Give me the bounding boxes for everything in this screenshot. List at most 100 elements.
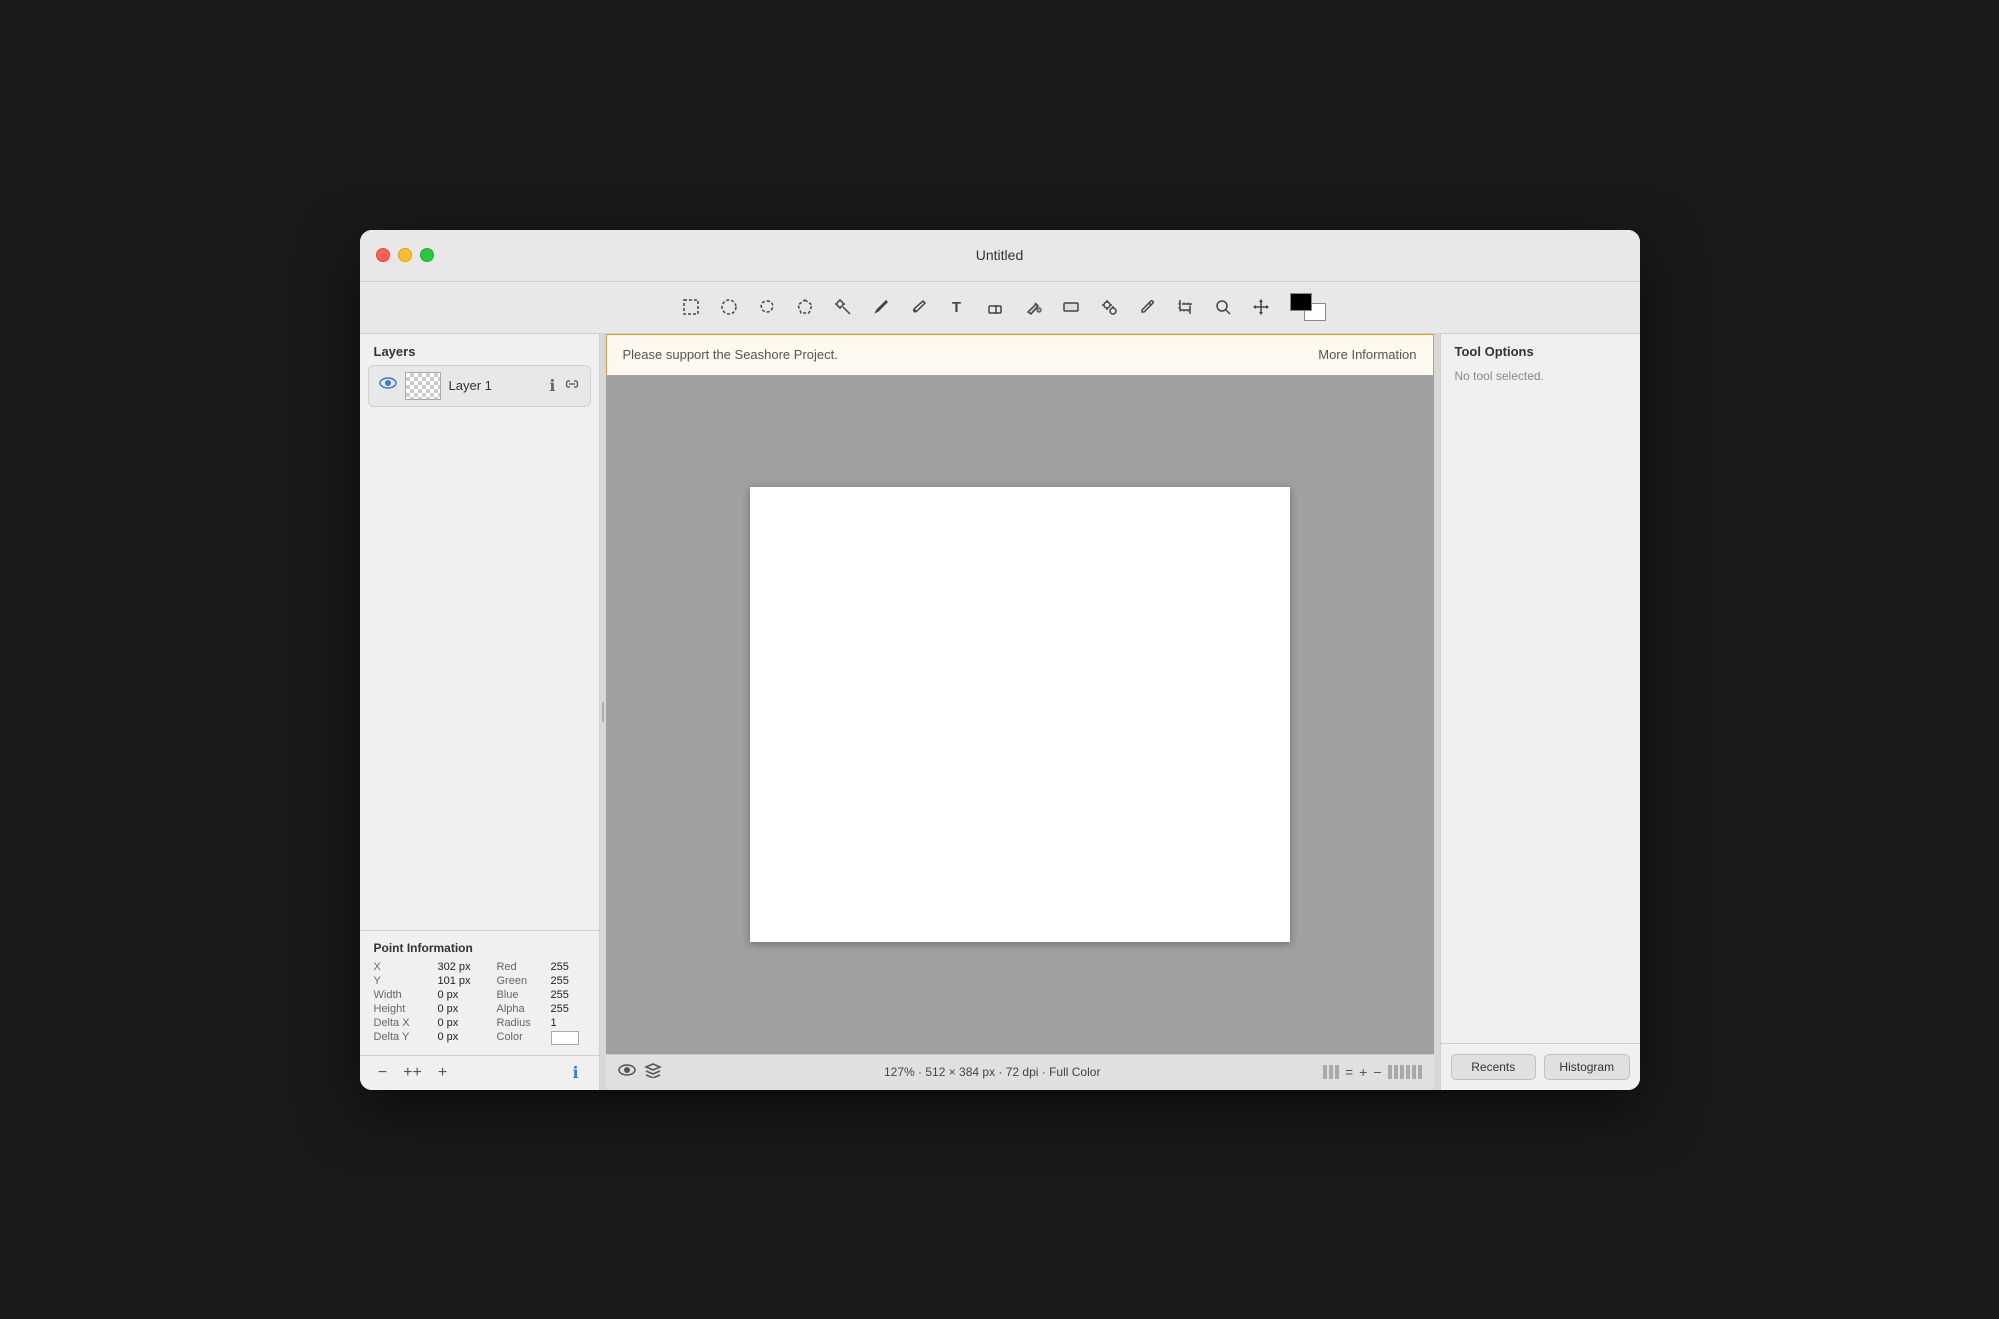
canvas-scroll-area[interactable]: [606, 376, 1434, 1054]
progress-seg-2: [1329, 1065, 1333, 1079]
clone-tool[interactable]: [1092, 290, 1126, 324]
notification-text: Please support the Seashore Project.: [623, 347, 1319, 362]
text-tool-icon: T: [952, 299, 961, 316]
pi-deltay-label: Delta Y: [374, 1031, 434, 1045]
color-swatches[interactable]: [1290, 293, 1326, 321]
progress-bar-area-2: [1388, 1065, 1422, 1079]
pi-deltay-value: 0 px: [438, 1031, 493, 1045]
layer-info-icon[interactable]: ℹ: [549, 376, 555, 396]
pi-alpha-value: 255: [551, 1003, 596, 1015]
layer-item[interactable]: Layer 1 ℹ: [368, 365, 591, 407]
canvas-layers-button[interactable]: [644, 1062, 662, 1083]
layer-name-label: Layer 1: [449, 378, 542, 393]
eraser-tool[interactable]: [978, 290, 1012, 324]
ellipse-select-tool[interactable]: [712, 290, 746, 324]
status-info-text: 127% · 512 × 384 px · 72 dpi · Full Colo…: [670, 1065, 1315, 1079]
pi-deltax-value: 0 px: [438, 1017, 493, 1029]
layers-bottom-bar: − ++ + ℹ: [360, 1055, 599, 1090]
pi-radius-label: Radius: [497, 1017, 547, 1029]
brush-tool[interactable]: [902, 290, 936, 324]
progress-seg-5: [1394, 1065, 1398, 1079]
pi-blue-value: 255: [551, 989, 596, 1001]
layers-spacer: [360, 407, 599, 930]
pi-width-value: 0 px: [438, 989, 493, 1001]
pi-height-label: Height: [374, 1003, 434, 1015]
layer-thumbnail: [405, 372, 441, 400]
status-equals-button[interactable]: =: [1345, 1064, 1353, 1080]
tool-options-header: Tool Options: [1441, 334, 1640, 365]
pi-green-label: Green: [497, 975, 547, 987]
status-bar: 127% · 512 × 384 px · 72 dpi · Full Colo…: [606, 1054, 1434, 1090]
main-layout: Layers Layer 1 ℹ: [360, 334, 1640, 1090]
maximize-button[interactable]: [420, 248, 434, 262]
point-info-title: Point Information: [374, 941, 585, 955]
status-controls: = + −: [1323, 1064, 1422, 1080]
close-button[interactable]: [376, 248, 390, 262]
pi-y-value: 101 px: [438, 975, 493, 987]
polygon-select-tool[interactable]: [788, 290, 822, 324]
status-plus-button[interactable]: +: [1359, 1064, 1367, 1080]
pi-green-value: 255: [551, 975, 596, 987]
right-panel-spacer: [1441, 387, 1640, 1043]
color-preview-swatch: [551, 1031, 579, 1045]
no-tool-text: No tool selected.: [1441, 365, 1640, 387]
pi-alpha-label: Alpha: [497, 1003, 547, 1015]
layer-visibility-icon[interactable]: [379, 376, 397, 395]
progress-seg-8: [1412, 1065, 1416, 1079]
point-information: Point Information X 302 px Red 255 Y 101…: [360, 930, 599, 1055]
pi-radius-value: 1: [551, 1017, 596, 1029]
rect-select-tool[interactable]: [674, 290, 708, 324]
progress-seg-3: [1335, 1065, 1339, 1079]
pi-height-value: 0 px: [438, 1003, 493, 1015]
pi-y-label: Y: [374, 975, 434, 987]
progress-seg-4: [1388, 1065, 1392, 1079]
pi-width-label: Width: [374, 989, 434, 1001]
duplicate-layer-button[interactable]: ++: [402, 1062, 424, 1084]
pi-deltax-label: Delta X: [374, 1017, 434, 1029]
progress-seg-1: [1323, 1065, 1327, 1079]
zoom-tool[interactable]: [1206, 290, 1240, 324]
progress-bar-area: [1323, 1065, 1339, 1079]
fill-tool[interactable]: [1016, 290, 1050, 324]
pi-red-value: 255: [551, 961, 596, 973]
progress-seg-7: [1406, 1065, 1410, 1079]
recents-tab-button[interactable]: Recents: [1451, 1054, 1537, 1080]
layers-header: Layers: [360, 334, 599, 365]
text-tool[interactable]: T: [940, 290, 974, 324]
add-layer-button[interactable]: +: [432, 1062, 454, 1084]
lasso-select-tool[interactable]: [750, 290, 784, 324]
left-panel: Layers Layer 1 ℹ: [360, 334, 600, 1090]
move-tool[interactable]: [1244, 290, 1278, 324]
titlebar: Untitled: [360, 230, 1640, 282]
pi-x-label: X: [374, 961, 434, 973]
crop-tool[interactable]: [1168, 290, 1202, 324]
canvas-padding: [606, 376, 1434, 1054]
eyedropper-tool[interactable]: [1130, 290, 1164, 324]
pi-blue-label: Blue: [497, 989, 547, 1001]
canvas-visibility-button[interactable]: [618, 1063, 636, 1082]
more-information-link[interactable]: More Information: [1318, 347, 1416, 362]
pi-x-value: 302 px: [438, 961, 493, 973]
point-info-grid: X 302 px Red 255 Y 101 px Green 255 Widt…: [374, 961, 585, 1045]
histogram-tab-button[interactable]: Histogram: [1544, 1054, 1630, 1080]
foreground-color-swatch[interactable]: [1290, 293, 1312, 311]
status-minus-button[interactable]: −: [1373, 1064, 1381, 1080]
layer-link-icon[interactable]: [564, 377, 580, 394]
minimize-button[interactable]: [398, 248, 412, 262]
toolbar: T: [360, 282, 1640, 334]
magic-wand-tool[interactable]: [826, 290, 860, 324]
pi-color-value: [551, 1031, 596, 1045]
smudge-tool[interactable]: [1054, 290, 1088, 324]
pi-red-label: Red: [497, 961, 547, 973]
app-window: Untitled: [360, 230, 1640, 1090]
progress-seg-6: [1400, 1065, 1404, 1079]
pi-color-label: Color: [497, 1031, 547, 1045]
notification-bar: Please support the Seashore Project. Mor…: [606, 334, 1434, 376]
pencil-tool[interactable]: [864, 290, 898, 324]
layers-info-button[interactable]: ℹ: [565, 1062, 587, 1084]
right-panel: Tool Options No tool selected. Recents H…: [1440, 334, 1640, 1090]
right-panel-bottom: Recents Histogram: [1441, 1043, 1640, 1090]
window-title: Untitled: [976, 247, 1023, 263]
canvas-document[interactable]: [750, 487, 1290, 942]
remove-layer-button[interactable]: −: [372, 1062, 394, 1084]
